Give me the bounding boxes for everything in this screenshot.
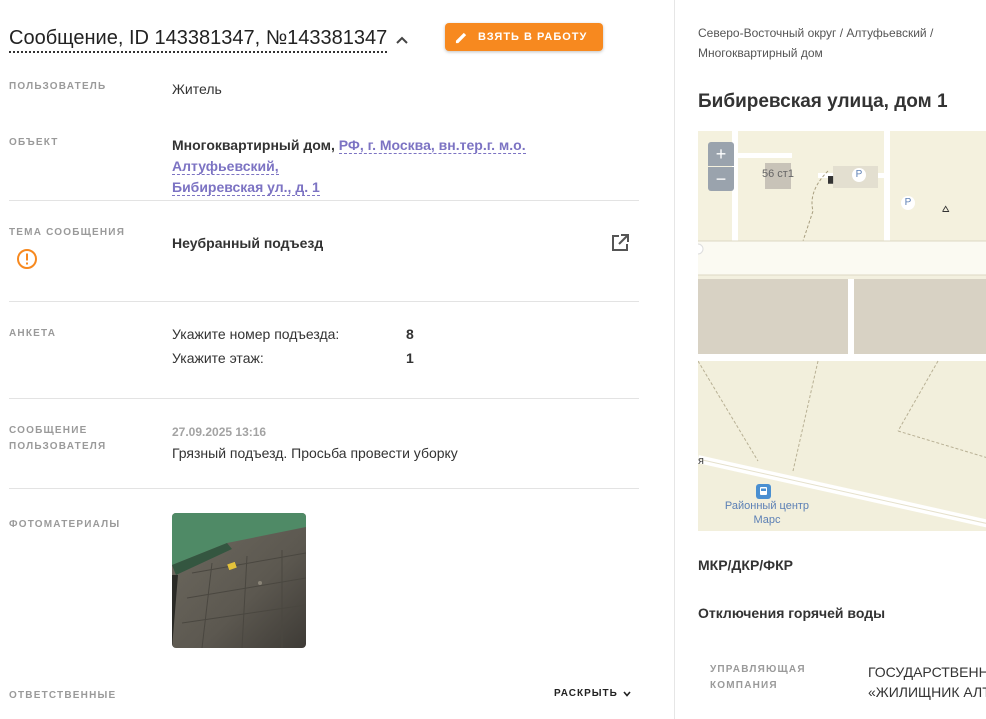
management-label-line: УПРАВЛЯЮЩАЯ — [710, 664, 806, 675]
poi-label-line: Районный центр — [724, 500, 810, 512]
parking-icon[interactable]: P — [852, 168, 866, 182]
management-value-line: ГОСУДАРСТВЕННОЕ — [868, 664, 986, 680]
poi-label[interactable]: Районный центр Марс — [712, 499, 822, 527]
object-label: ОБЪЕКТ — [9, 137, 59, 148]
divider — [9, 301, 639, 302]
section-mkr[interactable]: МКР/ДКР/ФКР — [698, 557, 793, 573]
landmark-icon: ⩟ — [942, 201, 950, 215]
topic-value: Неубранный подъезд — [172, 235, 324, 251]
zoom-in-button[interactable]: + — [708, 142, 734, 166]
external-link-icon[interactable] — [610, 233, 630, 253]
message-panel: Сообщение, ID 143381347, №143381347 ВЗЯТ… — [0, 0, 674, 719]
management-company-value: ГОСУДАРСТВЕННОЕ «ЖИЛИЩНИК АЛТ — [868, 662, 986, 702]
zoom-out-button[interactable]: − — [708, 167, 734, 191]
survey-question: Укажите этаж: — [172, 350, 264, 366]
message-date: 27.09.2025 13:16 — [172, 425, 267, 439]
take-to-work-label: ВЗЯТЬ В РАБОТУ — [478, 31, 588, 43]
divider — [9, 398, 639, 399]
management-value-line: «ЖИЛИЩНИК АЛТ — [868, 684, 986, 700]
breadcrumb: Северо-Восточный округ / Алтуфьевский / … — [698, 23, 978, 63]
photo-thumbnail[interactable] — [172, 513, 306, 648]
survey-answer: 8 — [406, 326, 414, 342]
breadcrumb-line[interactable]: Северо-Восточный округ / Алтуфьевский / — [698, 23, 978, 43]
chevron-down-icon — [623, 690, 631, 697]
bus-icon[interactable] — [756, 484, 771, 499]
object-value: Многоквартирный дом, РФ, г. Москва, вн.т… — [172, 135, 622, 198]
object-address-title: Бибиревская улица, дом 1 — [698, 91, 948, 112]
message-label-line: ПОЛЬЗОВАТЕЛЯ — [9, 441, 107, 452]
topic-label: ТЕМА СООБЩЕНИЯ — [9, 227, 126, 238]
message-label-line: СООБЩЕНИЕ — [9, 425, 88, 436]
photos-label: ФОТОМАТЕРИАЛЫ — [9, 519, 121, 530]
trash-icon: ▝ — [823, 176, 833, 191]
object-address-link-2[interactable]: Бибиревская ул., д. 1 — [172, 179, 320, 196]
map-building-label: 56 ст1 — [762, 168, 794, 180]
object-panel: Северо-Восточный округ / Алтуфьевский / … — [675, 0, 986, 719]
expand-button[interactable]: РАСКРЫТЬ — [554, 688, 632, 699]
survey-answer: 1 — [406, 350, 414, 366]
survey-question: Укажите номер подъезда: — [172, 326, 340, 342]
message-header: Сообщение, ID 143381347, №143381347 — [9, 26, 409, 53]
user-label: ПОЛЬЗОВАТЕЛЬ — [9, 81, 107, 92]
management-company-label: УПРАВЛЯЮЩАЯ КОМПАНИЯ — [710, 662, 806, 694]
survey-label: АНКЕТА — [9, 328, 57, 339]
divider — [9, 488, 639, 489]
parking-icon[interactable]: P — [901, 196, 915, 210]
section-hot-water[interactable]: Отключения горячей воды — [698, 605, 885, 621]
expand-label: РАСКРЫТЬ — [554, 688, 618, 699]
management-label-line: КОМПАНИЯ — [710, 680, 778, 691]
pencil-icon — [455, 32, 467, 43]
divider — [9, 200, 639, 201]
map[interactable]: + − 56 ст1 ▝ P P ⩟ я Районный центр Марс — [698, 131, 986, 531]
object-type: Многоквартирный дом, — [172, 137, 335, 153]
street-label: я — [698, 455, 704, 467]
message-text: Грязный подъезд. Просьба провести уборку — [172, 445, 458, 461]
responsible-label: ОТВЕТСТВЕННЫЕ — [9, 690, 117, 701]
take-to-work-button[interactable]: ВЗЯТЬ В РАБОТУ — [445, 23, 603, 51]
chevron-up-icon[interactable] — [395, 33, 409, 47]
message-label: СООБЩЕНИЕ ПОЛЬЗОВАТЕЛЯ — [9, 423, 106, 455]
poi-label-line: Марс — [753, 514, 781, 526]
warning-icon — [17, 249, 37, 269]
message-title[interactable]: Сообщение, ID 143381347, №143381347 — [9, 26, 388, 53]
user-value: Житель — [172, 81, 222, 97]
breadcrumb-line[interactable]: Многоквартирный дом — [698, 43, 978, 63]
